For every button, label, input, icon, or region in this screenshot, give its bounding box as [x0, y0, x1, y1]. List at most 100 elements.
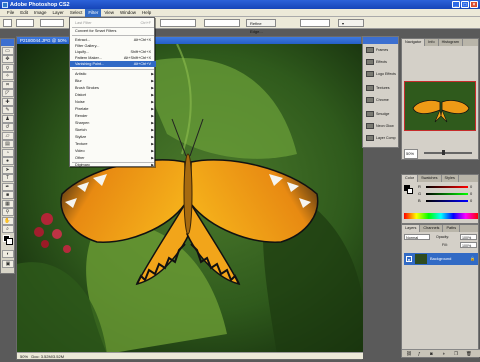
- eye-icon[interactable]: ●: [406, 256, 412, 262]
- selection-mode-buttons[interactable]: [16, 19, 34, 27]
- color-spectrum-bar[interactable]: [404, 213, 478, 219]
- blend-mode-select[interactable]: Normal: [404, 234, 430, 240]
- zoom-level[interactable]: 50%: [20, 354, 28, 359]
- action-layer-comp[interactable]: Layer Comp: [365, 133, 398, 143]
- menu-item-pixelate[interactable]: Pixelate ▶: [70, 106, 156, 112]
- menu-item-render[interactable]: Render ▶: [70, 113, 156, 119]
- adjustment-layer-icon[interactable]: ◑: [442, 351, 445, 356]
- menu-item-last-filter[interactable]: Last Filter Ctrl+F: [70, 20, 156, 26]
- menu-item-texture[interactable]: Texture ▶: [70, 141, 156, 147]
- navigator-zoom-slider[interactable]: [424, 152, 472, 154]
- action-chrome[interactable]: Chrome: [365, 95, 398, 105]
- color-value-r[interactable]: 0: [470, 184, 472, 189]
- link-layers-icon[interactable]: ⛓: [406, 351, 412, 357]
- eyedropper-tool-icon[interactable]: ⚲: [1, 208, 14, 216]
- menu-filter[interactable]: Filter: [85, 8, 102, 17]
- tab-swatches[interactable]: Swatches: [418, 175, 442, 182]
- navigator-zoom-field[interactable]: 50%: [404, 149, 418, 159]
- marquee-tool-icon[interactable]: ▭: [1, 46, 14, 55]
- shape-tool-icon[interactable]: ■: [1, 191, 14, 199]
- pen-tool-icon[interactable]: ✒: [1, 182, 14, 191]
- navigator-zoom-handle[interactable]: [442, 150, 445, 155]
- menu-item-stylize[interactable]: Stylize ▶: [70, 134, 156, 140]
- quick-mask-icon[interactable]: ◐: [2, 249, 14, 258]
- action-frames[interactable]: Frames: [365, 45, 398, 55]
- trash-icon[interactable]: 🗑: [466, 351, 472, 357]
- menu-file[interactable]: File: [4, 9, 17, 17]
- tab-histogram[interactable]: Histogram: [439, 39, 463, 46]
- menu-item-vanishing-point[interactable]: Vanishing Point... Alt+Ctrl+V: [70, 61, 156, 67]
- menu-image[interactable]: Image: [31, 9, 50, 17]
- move-tool-icon[interactable]: ✥: [1, 55, 14, 63]
- tab-styles[interactable]: Styles: [442, 175, 459, 182]
- menu-item-other[interactable]: Other ▶: [70, 155, 156, 161]
- blur-tool-icon[interactable]: ◔: [1, 148, 14, 157]
- action-textures[interactable]: Textures: [365, 83, 398, 93]
- crop-tool-icon[interactable]: ⌗: [1, 80, 14, 89]
- layer-mask-icon[interactable]: ◙: [430, 351, 433, 356]
- color-value-b[interactable]: 0: [470, 198, 472, 203]
- type-tool-icon[interactable]: T: [1, 174, 14, 182]
- dodge-tool-icon[interactable]: ●: [1, 157, 14, 165]
- tab-channels[interactable]: Channels: [420, 225, 444, 232]
- lasso-tool-icon[interactable]: ϙ: [1, 63, 14, 72]
- tab-color[interactable]: Color: [402, 175, 419, 182]
- magic-wand-tool-icon[interactable]: ✧: [1, 72, 14, 80]
- fill-field[interactable]: 100%: [460, 242, 477, 248]
- menu-select[interactable]: Select: [67, 9, 86, 17]
- menu-edit[interactable]: Edit: [17, 9, 31, 17]
- menu-item-sharpen[interactable]: Sharpen ▶: [70, 120, 156, 126]
- menu-item-brush-strokes[interactable]: Brush Strokes ▶: [70, 85, 156, 91]
- menu-view[interactable]: View: [101, 9, 117, 17]
- menu-item-noise[interactable]: Noise ▶: [70, 99, 156, 105]
- menu-window[interactable]: Window: [117, 9, 139, 17]
- color-value-g[interactable]: 0: [470, 191, 472, 196]
- action-neon-glow[interactable]: Neon Glow: [365, 121, 398, 131]
- workspace-menu[interactable]: ▾: [338, 19, 364, 27]
- color-slider-b[interactable]: [426, 200, 468, 202]
- healing-brush-tool-icon[interactable]: ✚: [1, 97, 14, 106]
- menu-item-distort[interactable]: Distort ▶: [70, 92, 156, 98]
- gradient-tool-icon[interactable]: ▤: [1, 140, 14, 148]
- menu-item-convert-smart-filters[interactable]: Convert for Smart Filters: [70, 28, 156, 34]
- navigator-thumbnail[interactable]: [404, 81, 476, 131]
- document-size[interactable]: Doc: 3.52M/3.52M: [31, 354, 64, 359]
- history-brush-tool-icon[interactable]: ↺: [1, 123, 14, 131]
- layer-row-background[interactable]: ● Background 🔒: [404, 253, 478, 265]
- path-selection-tool-icon[interactable]: ➤: [1, 165, 14, 174]
- action-logo-effects[interactable]: Logo Effects: [365, 69, 398, 79]
- brush-tool-icon[interactable]: ✎: [1, 106, 14, 114]
- minimize-icon[interactable]: _: [452, 1, 460, 8]
- menu-layer[interactable]: Layer: [50, 9, 67, 17]
- screen-mode-icon[interactable]: ▣: [2, 259, 14, 268]
- tool-preset-picker[interactable]: [3, 19, 12, 27]
- menu-help[interactable]: Help: [139, 9, 154, 17]
- tab-info[interactable]: Info: [425, 39, 439, 46]
- maximize-icon[interactable]: □: [461, 1, 469, 8]
- background-color-swatch[interactable]: [6, 238, 13, 245]
- menu-item-blur[interactable]: Blur ▶: [70, 78, 156, 84]
- menu-item-sketch[interactable]: Sketch ▶: [70, 127, 156, 133]
- eraser-tool-icon[interactable]: ▱: [1, 131, 14, 140]
- color-slider-g[interactable]: [426, 193, 468, 195]
- tab-navigator[interactable]: Navigator: [402, 39, 426, 46]
- close-icon[interactable]: ×: [470, 1, 478, 8]
- color-slider-r[interactable]: [426, 186, 468, 188]
- layer-style-icon[interactable]: ƒ: [418, 351, 421, 356]
- menu-item-artistic[interactable]: Artistic ▶: [70, 71, 156, 77]
- action-effects[interactable]: Effects: [365, 57, 398, 67]
- refine-edge-button[interactable]: Refine Edge...: [246, 19, 276, 34]
- zoom-tool-icon[interactable]: ⌕: [1, 225, 14, 233]
- notes-tool-icon[interactable]: ▦: [1, 199, 14, 208]
- slice-tool-icon[interactable]: ◸: [1, 89, 14, 97]
- menu-item-video[interactable]: Video ▶: [70, 148, 156, 154]
- workspace-field[interactable]: [300, 19, 330, 27]
- feather-field[interactable]: [40, 19, 64, 27]
- hand-tool-icon[interactable]: ✋: [1, 216, 14, 225]
- clone-stamp-tool-icon[interactable]: ♟: [1, 114, 14, 123]
- menu-item-digimarc[interactable]: Digimarc ▶: [70, 162, 156, 168]
- new-layer-icon[interactable]: ❐: [454, 351, 458, 357]
- opacity-field[interactable]: 100%: [460, 234, 477, 240]
- style-field[interactable]: [160, 19, 196, 27]
- tab-paths[interactable]: Paths: [443, 225, 461, 232]
